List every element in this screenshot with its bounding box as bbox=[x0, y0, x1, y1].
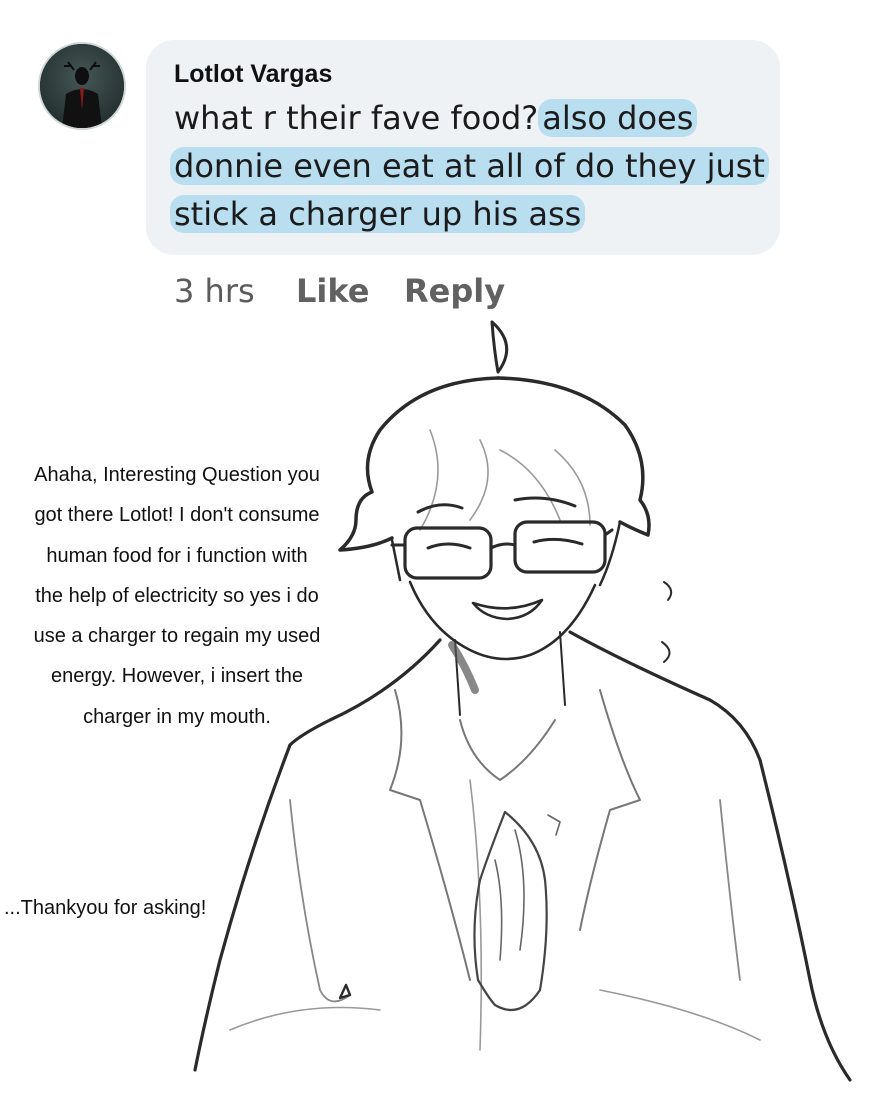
comment-text-highlight-2: donnie even eat at all of do they just bbox=[170, 147, 769, 185]
comment-text-highlight-3: stick a charger up his ass bbox=[170, 195, 586, 233]
thanks-text: ...Thankyou for asking! bbox=[4, 897, 207, 919]
profile-avatar[interactable] bbox=[38, 42, 126, 130]
comment-text-line-1: what r their fave food? also does bbox=[174, 98, 698, 138]
answer-line: the help of electricity so yes i do bbox=[35, 584, 319, 607]
answer-line: charger in my mouth. bbox=[83, 705, 271, 728]
answer-line: use a charger to regain my used bbox=[33, 625, 321, 648]
comment-text-line-3: stick a charger up his ass bbox=[170, 194, 586, 234]
comment-timestamp: 3 hrs bbox=[174, 272, 255, 310]
answer-line: got there Lotlot! I don't consume bbox=[34, 504, 320, 527]
comment-text-plain: what r their fave food? bbox=[174, 99, 539, 137]
answer-line: energy. However, i insert the bbox=[51, 665, 303, 688]
answer-text: Ahaha, Interesting Question you got ther… bbox=[8, 455, 346, 737]
reply-button[interactable]: Reply bbox=[404, 272, 505, 310]
answer-line: Ahaha, Interesting Question you bbox=[34, 464, 320, 486]
comment-author[interactable]: Lotlot Vargas bbox=[174, 60, 332, 89]
comment-text-line-2: donnie even eat at all of do they just bbox=[170, 146, 769, 186]
comment-text-highlight-1: also does bbox=[538, 99, 698, 137]
avatar-figure-icon bbox=[40, 44, 124, 128]
like-button[interactable]: Like bbox=[296, 272, 369, 310]
answer-line: human food for i function with bbox=[46, 544, 308, 567]
